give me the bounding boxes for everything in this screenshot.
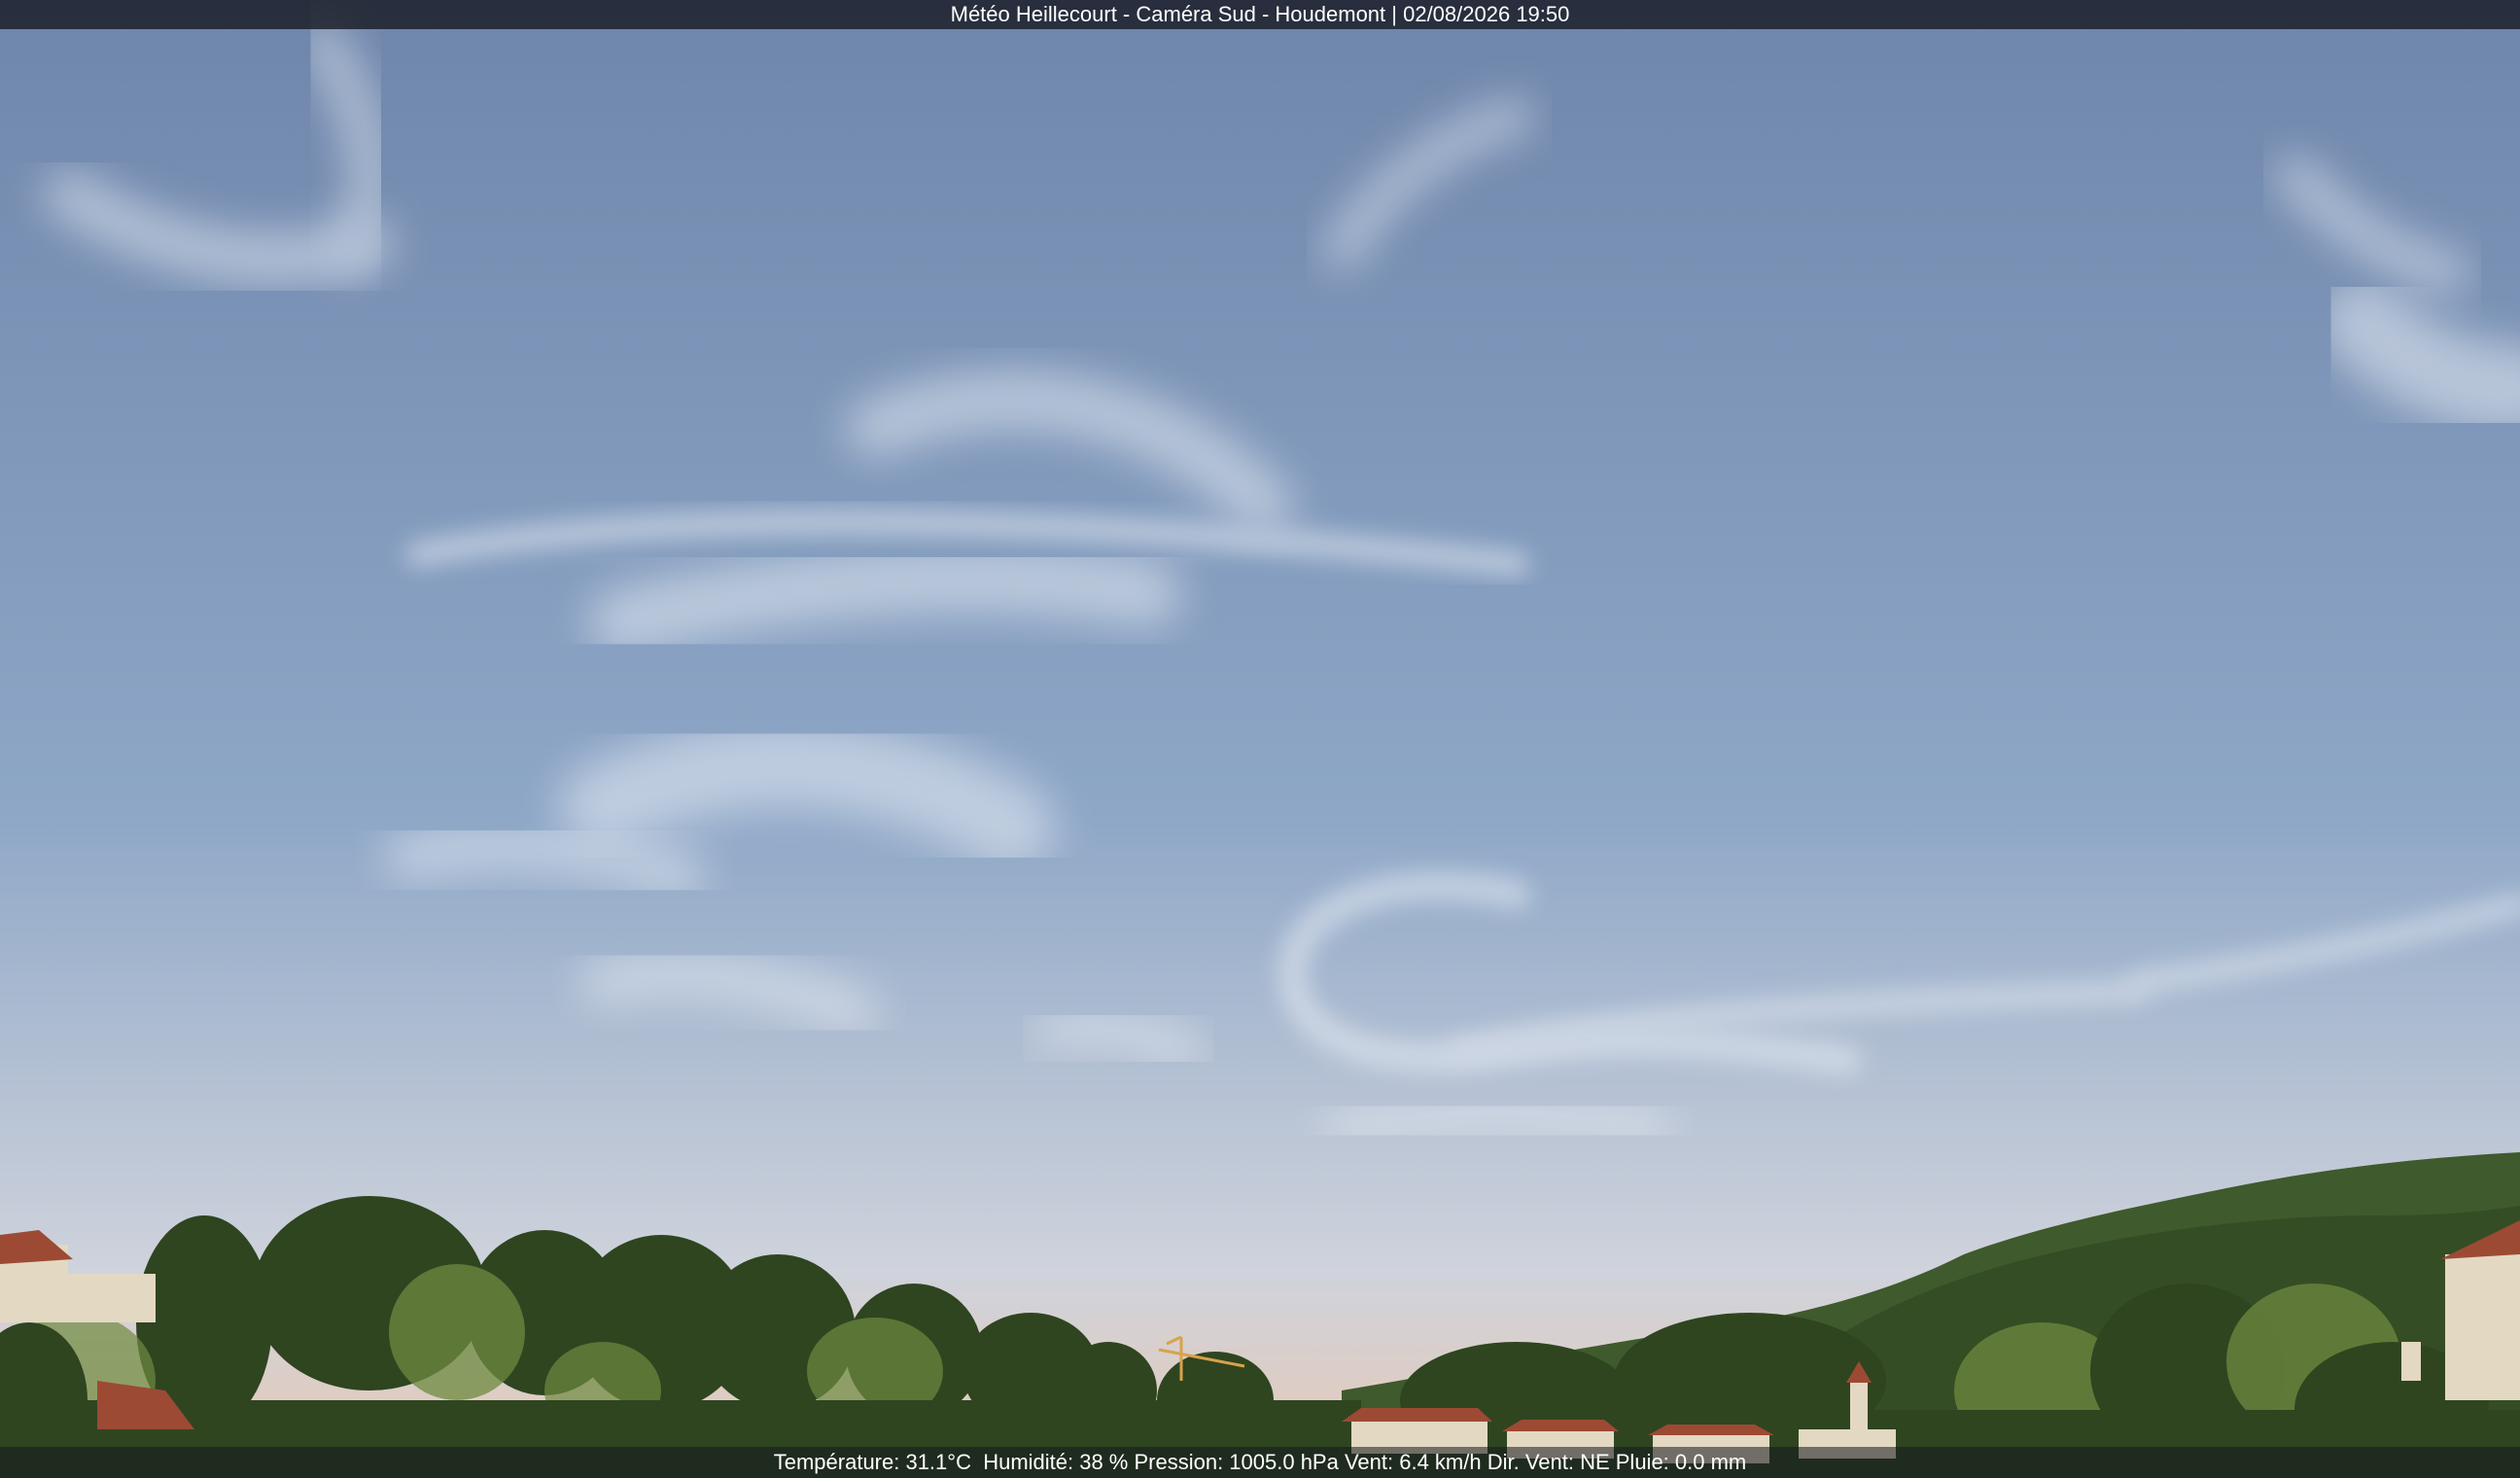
weather-readings-overlay: Température: 31.1°C Humidité: 38 % Press… xyxy=(0,1447,2520,1478)
cloud-wisp xyxy=(1322,1094,1672,1147)
webcam-view: Météo Heillecourt - Caméra Sud - Houdemo… xyxy=(0,0,2520,1478)
cloud-wisp xyxy=(384,821,705,899)
house-roof xyxy=(1342,1408,1492,1422)
tree xyxy=(389,1264,525,1400)
church-tower xyxy=(1850,1381,1868,1429)
webcam-image xyxy=(0,0,2520,1478)
cloud-wisp xyxy=(1031,1007,1206,1070)
house-roof xyxy=(1502,1420,1619,1431)
house-wall xyxy=(68,1274,156,1322)
house-wall xyxy=(2401,1342,2421,1381)
house-wall xyxy=(2445,1254,2520,1400)
camera-title-overlay: Météo Heillecourt - Caméra Sud - Houdemo… xyxy=(0,0,2520,29)
house-roof xyxy=(1648,1425,1774,1435)
